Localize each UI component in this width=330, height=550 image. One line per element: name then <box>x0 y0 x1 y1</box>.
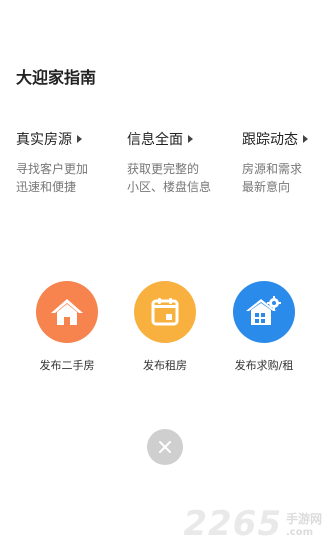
house-icon <box>36 281 98 343</box>
feature-heading: 跟踪动态 <box>242 132 298 148</box>
calendar-icon <box>134 281 196 343</box>
feature-desc-line: 寻找客户更加 <box>16 162 89 176</box>
building-gear-icon <box>233 281 295 343</box>
caret-right-icon <box>303 135 308 143</box>
caret-right-icon <box>188 135 193 143</box>
watermark-text-line: 手游网 <box>285 512 322 526</box>
publish-rental-button[interactable]: 发布租房 <box>120 281 210 373</box>
close-button[interactable] <box>147 429 183 465</box>
publish-secondhand-button[interactable]: 发布二手房 <box>22 281 112 373</box>
feature-tracking[interactable]: 跟踪动态 <box>242 129 308 149</box>
caret-right-icon <box>77 135 82 143</box>
feature-desc-line: 小区、楼盘信息 <box>127 180 212 194</box>
watermark-text-line: .com <box>285 527 314 538</box>
feature-heading: 信息全面 <box>127 132 183 148</box>
close-icon <box>159 441 171 453</box>
feature-desc-line: 房源和需求 <box>242 162 303 176</box>
feature-description: 获取更完整的 小区、楼盘信息 <box>127 160 211 196</box>
action-label: 发布求购/租 <box>234 359 294 372</box>
feature-description: 寻找客户更加 迅速和便捷 <box>16 160 88 196</box>
feature-heading: 真实房源 <box>16 132 72 148</box>
watermark-text: 手游网 .com <box>286 510 322 538</box>
feature-desc-line: 最新意向 <box>242 180 291 194</box>
feature-description: 房源和需求 最新意向 <box>242 160 302 196</box>
watermark-number: 2265 <box>183 504 282 544</box>
guide-title: 大迎家指南 <box>16 68 97 87</box>
publish-wanted-button[interactable]: 发布求购/租 <box>219 281 309 373</box>
feature-complete-info[interactable]: 信息全面 <box>127 129 193 149</box>
action-label: 发布二手房 <box>39 359 95 372</box>
watermark-logo: 2265 手游网 .com <box>183 504 322 544</box>
feature-desc-line: 迅速和便捷 <box>16 180 77 194</box>
feature-desc-line: 获取更完整的 <box>127 162 200 176</box>
action-label: 发布租房 <box>143 359 187 372</box>
feature-real-listings[interactable]: 真实房源 <box>16 129 82 149</box>
